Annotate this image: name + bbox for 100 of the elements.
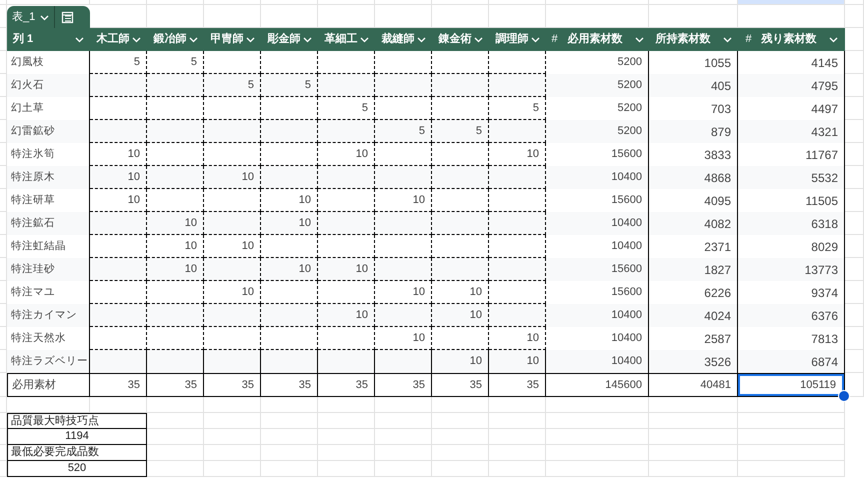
table-cell: 35 [318, 374, 375, 396]
table-cell: 10 [261, 258, 318, 281]
table-cell: 4024 [649, 304, 738, 327]
table-cell: 6376 [738, 304, 845, 327]
grid-cell [261, 445, 318, 461]
number-type-label: # [745, 32, 752, 48]
column-header[interactable]: 錬金術 [432, 28, 489, 51]
table-cell: 10 [90, 166, 147, 189]
grid-cell [261, 413, 318, 429]
table-cell: 145600 [546, 374, 649, 396]
sheet-tab[interactable]: 表_1 [7, 6, 90, 29]
chevron-down-icon[interactable] [828, 36, 838, 42]
summary-value: 1194 [7, 429, 147, 445]
table-cell[interactable]: 105119 [738, 374, 844, 396]
table-cell: 10 [375, 327, 432, 350]
chevron-down-icon[interactable] [132, 36, 140, 42]
grid-cell [147, 445, 204, 461]
column-header[interactable]: 鍛冶師 [147, 28, 204, 51]
table-cell: 10400 [546, 212, 649, 235]
grid-cell [432, 413, 489, 429]
grid-cell [432, 397, 489, 413]
fill-handle[interactable] [838, 390, 850, 402]
chevron-down-icon[interactable] [722, 36, 732, 42]
column-header[interactable]: 革細工 [318, 28, 375, 51]
grid-cell [489, 461, 546, 477]
grid-cell [147, 397, 204, 413]
grid-cell [845, 235, 864, 258]
table-cell: 10400 [546, 304, 649, 327]
table-cell: 10 [489, 143, 546, 166]
grid-cell [432, 429, 489, 445]
table-cell: 10 [90, 189, 147, 212]
grid-cell [489, 429, 546, 445]
column-header[interactable]: 所持素材数 [649, 28, 738, 51]
grid-cell [845, 258, 864, 281]
header-label: 鍛冶師 [154, 32, 186, 48]
grid-cell [432, 461, 489, 477]
column-header[interactable]: 調理師 [489, 28, 546, 51]
grid-cell [845, 5, 864, 28]
table-cell: 10 [489, 350, 546, 373]
grid-cell [432, 445, 489, 461]
chevron-down-icon[interactable] [188, 36, 198, 42]
column-header[interactable]: # 残り素材数 [738, 28, 845, 51]
table-cell: 35 [261, 374, 318, 396]
chevron-down-icon[interactable] [302, 36, 312, 42]
grid-cell [204, 461, 261, 477]
header-label: 所持素材数 [656, 32, 710, 48]
chevron-down-icon[interactable] [40, 14, 50, 20]
table-cell: 35 [204, 374, 261, 396]
table-cell: 5 [318, 97, 375, 120]
header-label: 調理師 [496, 32, 528, 48]
table-cell: 10 [489, 327, 546, 350]
grid-cell [845, 189, 864, 212]
row-label: 特注カイマン [7, 304, 90, 327]
table-cell: 405 [649, 74, 738, 97]
chevron-down-icon[interactable] [634, 36, 644, 42]
grid-cell [845, 28, 864, 51]
table-cell: 40481 [649, 374, 738, 396]
table-cell: 3526 [649, 350, 738, 373]
table-cell: 15600 [546, 258, 649, 281]
table-cell: 10 [147, 258, 204, 281]
grid-cell [845, 166, 864, 189]
grid-cell [845, 51, 864, 74]
table-cell: 5 [261, 74, 318, 97]
chevron-down-icon[interactable] [416, 36, 426, 42]
table-icon[interactable] [61, 11, 74, 24]
grid-cell [147, 413, 204, 429]
table-cell: 10 [261, 212, 318, 235]
column-header[interactable]: 木工師 [90, 28, 147, 51]
column-header[interactable]: 甲冑師 [204, 28, 261, 51]
table-cell: 10 [432, 281, 489, 304]
column-header[interactable]: 彫金師 [261, 28, 318, 51]
chevron-down-icon[interactable] [246, 36, 254, 42]
chevron-down-icon[interactable] [474, 36, 482, 42]
header-label: 彫金師 [268, 32, 300, 48]
table-cell: 10 [318, 258, 375, 281]
header-label: 錬金術 [438, 32, 472, 48]
grid-cell [261, 397, 318, 413]
table-cell: 6318 [738, 212, 845, 235]
table-cell: 5 [90, 51, 147, 74]
grid-cell [489, 397, 546, 413]
grid-cell [318, 445, 375, 461]
chevron-down-icon[interactable] [75, 36, 84, 42]
table-cell: 879 [649, 120, 738, 143]
row-label: 必用素材 [8, 374, 90, 396]
column-header[interactable]: # 必用素材数 [546, 28, 649, 51]
table-cell: 10 [204, 281, 261, 304]
table-cell: 10400 [546, 166, 649, 189]
grid-cell [261, 461, 318, 477]
grid-cell [375, 461, 432, 477]
table-cell: 10 [204, 166, 261, 189]
table-cell: 4795 [738, 74, 845, 97]
grid-cell [845, 350, 864, 373]
column-header[interactable]: 裁縫師 [375, 28, 432, 51]
grid-cell [147, 461, 204, 477]
column-header[interactable]: 列 1 [7, 28, 90, 51]
table-cell: 5200 [546, 120, 649, 143]
tab-label[interactable]: 表_1 [12, 9, 36, 26]
chevron-down-icon[interactable] [530, 36, 540, 42]
chevron-down-icon[interactable] [360, 36, 368, 42]
summary-label: 最低必要完成品数 [7, 445, 147, 461]
